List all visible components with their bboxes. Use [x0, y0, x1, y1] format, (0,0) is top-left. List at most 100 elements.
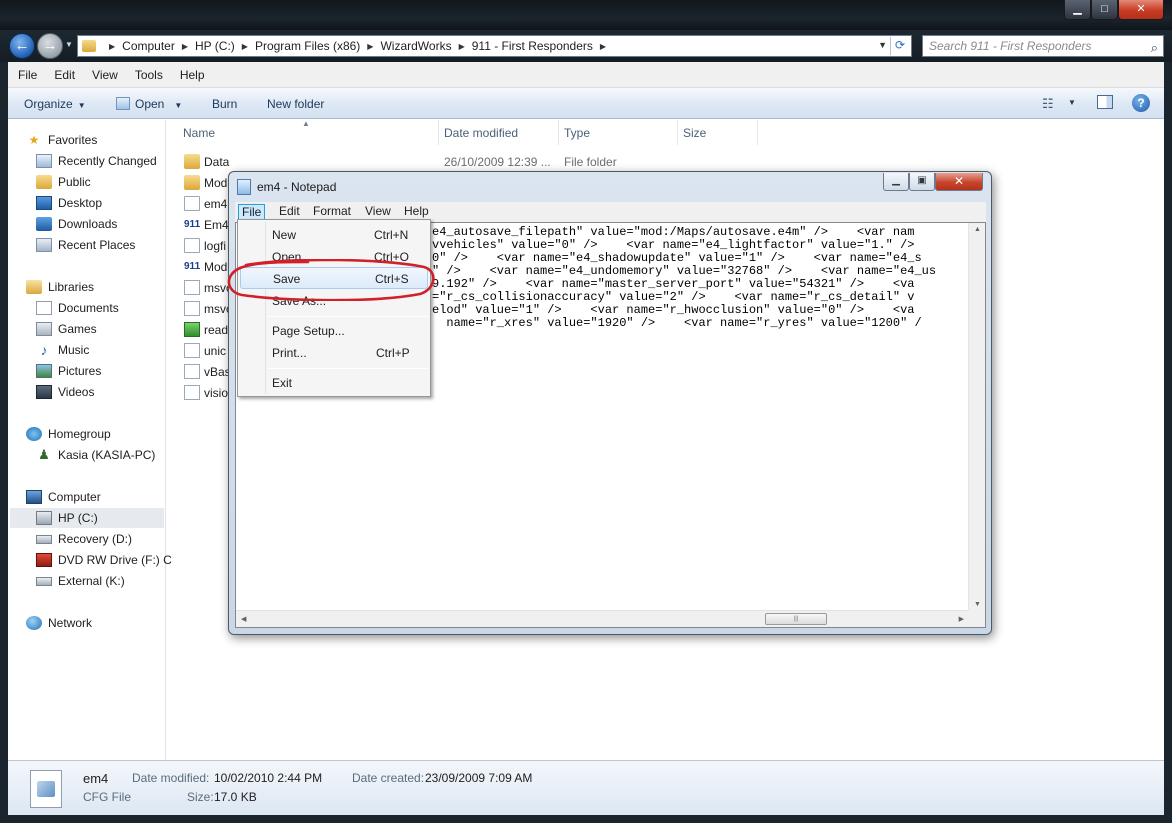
menu-item-print[interactable]: Print... Ctrl+P — [240, 341, 428, 363]
scroll-right-icon[interactable]: ▶ — [959, 615, 964, 623]
column-date-modified[interactable]: Date modified — [444, 126, 518, 140]
refresh-icon[interactable]: ⟳ — [890, 37, 909, 55]
file-row[interactable]: Data 26/10/2009 12:39 ... File folder — [174, 151, 774, 172]
notepad-menu-edit[interactable]: Edit — [276, 204, 303, 220]
column-headers: ▲ Name Date modified Type Size — [174, 119, 1164, 145]
nav-recently-changed[interactable]: Recently Changed — [36, 151, 157, 171]
new-folder-button[interactable]: New folder — [267, 97, 324, 111]
breadcrumb-item[interactable]: WizardWorks — [380, 39, 451, 53]
nav-music[interactable]: ♪ Music — [36, 340, 90, 360]
back-button[interactable]: ← — [9, 33, 35, 59]
notepad-menu-view[interactable]: View — [362, 204, 394, 220]
nav-pictures[interactable]: Pictures — [36, 361, 101, 381]
menu-file[interactable]: File — [18, 68, 37, 82]
nav-dvd[interactable]: DVD RW Drive (F:) C — [36, 550, 172, 570]
menu-edit[interactable]: Edit — [54, 68, 75, 82]
view-options-icon[interactable]: ☷ — [1042, 96, 1054, 112]
nav-label: Recent Places — [58, 238, 136, 252]
nav-network[interactable]: Network — [26, 613, 92, 633]
notepad-close-button[interactable]: ✕ — [935, 173, 983, 191]
nav-downloads[interactable]: Downloads — [36, 214, 117, 234]
open-button[interactable]: Open ▼ — [116, 97, 182, 111]
notepad-maximize-button[interactable]: ▣ — [909, 173, 935, 191]
column-type[interactable]: Type — [564, 126, 590, 140]
scroll-up-icon[interactable]: ▲ — [974, 226, 981, 233]
nav-kasia[interactable]: ♟ Kasia (KASIA-PC) — [36, 445, 155, 465]
column-name[interactable]: Name — [183, 126, 215, 140]
breadcrumb-item[interactable]: Computer — [122, 39, 175, 53]
resize-grip[interactable] — [968, 610, 985, 627]
chevron-down-icon[interactable]: ▼ — [1068, 98, 1076, 107]
nav-label: Kasia (KASIA-PC) — [58, 448, 156, 462]
breadcrumb-item[interactable]: Program Files (x86) — [255, 39, 360, 53]
forward-button[interactable]: → — [37, 33, 63, 59]
nav-label: Desktop — [58, 196, 103, 210]
history-dropdown-icon[interactable]: ▼ — [65, 40, 73, 49]
nav-recovery[interactable]: Recovery (D:) — [36, 529, 132, 549]
scroll-left-icon[interactable]: ◀ — [241, 615, 246, 623]
nav-documents[interactable]: Documents — [36, 298, 119, 318]
menu-view[interactable]: View — [92, 68, 118, 82]
breadcrumb-separator[interactable]: ▶ — [182, 42, 188, 51]
column-size[interactable]: Size — [683, 126, 706, 140]
nav-recent-places[interactable]: Recent Places — [36, 235, 135, 255]
column-divider[interactable] — [677, 120, 678, 145]
organize-button[interactable]: Organize ▼ — [24, 97, 86, 111]
menu-item-new[interactable]: New Ctrl+N — [240, 223, 428, 245]
menu-help[interactable]: Help — [180, 68, 205, 82]
notepad-minimize-button[interactable]: ▁ — [883, 173, 909, 191]
nav-computer[interactable]: Computer — [26, 487, 101, 507]
notepad-title: em4 - Notepad — [257, 180, 337, 194]
recent-folder-icon — [36, 154, 52, 168]
search-input[interactable]: Search 911 - First Responders ⌕ — [922, 35, 1164, 57]
notepad-menu-help[interactable]: Help — [401, 204, 432, 220]
menu-item-save-as[interactable]: Save As... — [240, 289, 428, 311]
menu-item-page-setup[interactable]: Page Setup... — [240, 319, 428, 341]
burn-button[interactable]: Burn — [212, 97, 237, 111]
nav-external[interactable]: External (K:) — [36, 571, 125, 591]
breadcrumb-item[interactable]: HP (C:) — [195, 39, 235, 53]
breadcrumb-separator[interactable]: ▶ — [242, 42, 248, 51]
menu-item-save[interactable]: Save Ctrl+S — [240, 267, 428, 289]
scroll-thumb[interactable]: ||| — [765, 613, 827, 625]
folder-icon — [184, 175, 200, 190]
close-button[interactable]: ✕ — [1118, 0, 1164, 20]
address-dropdown-icon[interactable]: ▼ — [878, 40, 887, 50]
help-icon[interactable]: ? — [1132, 94, 1150, 112]
menu-item-label: Print... — [272, 346, 307, 360]
nav-label: HP (C:) — [58, 511, 98, 525]
nav-desktop[interactable]: Desktop — [36, 193, 102, 213]
breadcrumb-separator[interactable]: ▶ — [109, 42, 115, 51]
horizontal-scrollbar[interactable]: ◀ ||| ▶ — [236, 610, 969, 627]
notepad-menu-format[interactable]: Format — [310, 204, 354, 220]
menu-item-open[interactable]: Open... Ctrl+O — [240, 245, 428, 267]
menu-tools[interactable]: Tools — [135, 68, 163, 82]
file-name: read — [204, 323, 229, 337]
maximize-button[interactable]: □ — [1091, 0, 1118, 20]
breadcrumb-separator[interactable]: ▶ — [459, 42, 465, 51]
column-divider[interactable] — [757, 120, 758, 145]
scroll-down-icon[interactable]: ▼ — [974, 601, 981, 608]
minimize-button[interactable]: ▁ — [1064, 0, 1091, 20]
breadcrumb-separator[interactable]: ▶ — [600, 42, 606, 51]
nav-favorites[interactable]: ★ Favorites — [26, 130, 98, 150]
nav-games[interactable]: Games — [36, 319, 97, 339]
nav-label: Documents — [58, 301, 119, 315]
menu-item-label: Page Setup... — [272, 324, 345, 338]
column-divider[interactable] — [438, 120, 439, 145]
nav-public[interactable]: Public — [36, 172, 91, 192]
breadcrumb-separator[interactable]: ▶ — [367, 42, 373, 51]
nav-homegroup[interactable]: Homegroup — [26, 424, 111, 444]
nav-hp-drive[interactable]: HP (C:) — [10, 508, 164, 528]
vertical-scrollbar[interactable]: ▲ ▼ — [968, 223, 985, 611]
menu-item-exit[interactable]: Exit — [240, 371, 428, 393]
nav-videos[interactable]: Videos — [36, 382, 94, 402]
notepad-menu-file[interactable]: File — [238, 204, 266, 220]
preview-pane-icon[interactable] — [1097, 95, 1113, 109]
column-divider[interactable] — [558, 120, 559, 145]
search-icon[interactable]: ⌕ — [1151, 38, 1158, 58]
address-bar[interactable]: ▶ Computer ▶ HP (C:) ▶ Program Files (x8… — [77, 35, 912, 57]
nav-libraries[interactable]: Libraries — [26, 277, 94, 297]
breadcrumb-item[interactable]: 911 - First Responders — [472, 39, 593, 53]
network-icon — [26, 616, 42, 630]
